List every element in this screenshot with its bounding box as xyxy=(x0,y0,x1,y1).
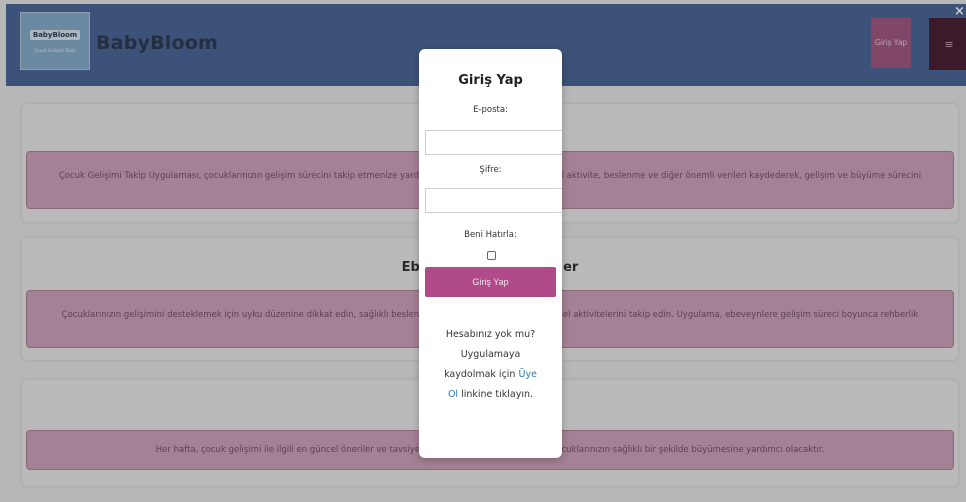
signup-prompt: Hesabınız yok mu? Uygulamaya kaydolmak i… xyxy=(439,325,542,405)
signup-suffix: linkine tıklayın. xyxy=(461,389,534,400)
modal-title: Giriş Yap xyxy=(458,73,523,88)
email-field[interactable] xyxy=(425,130,562,155)
remember-checkbox[interactable] xyxy=(487,251,496,260)
password-label: Şifre: xyxy=(479,165,502,175)
remember-label: Beni Hatırla: xyxy=(464,230,517,240)
password-field[interactable] xyxy=(425,188,562,213)
login-submit-button[interactable]: Giriş Yap xyxy=(425,267,556,297)
login-modal: Giriş Yap E-posta: Şifre: Beni Hatırla: … xyxy=(419,49,562,458)
email-label: E-posta: xyxy=(473,105,508,115)
